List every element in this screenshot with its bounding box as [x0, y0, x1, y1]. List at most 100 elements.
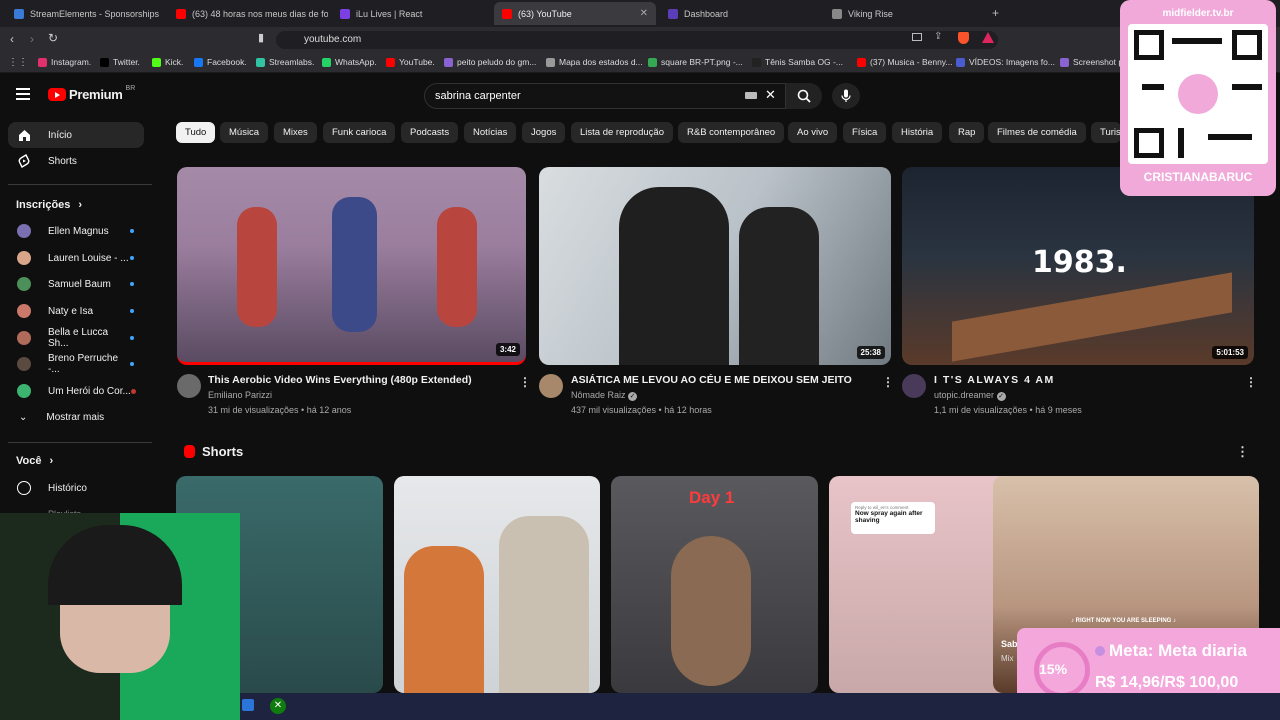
you-header[interactable]: Você › [16, 455, 53, 467]
video-title[interactable]: ASIÁTICA ME LEVOU AO CÉU E ME DEIXOU SEM… [571, 374, 852, 386]
voice-search-button[interactable] [832, 83, 860, 109]
video-thumbnail[interactable]: 1983. 5:01:53 [902, 167, 1254, 365]
video-channel[interactable]: Nômade Raiz ✓ [571, 390, 638, 401]
new-content-dot [130, 309, 134, 313]
chip-filter[interactable]: Filmes de comédia [988, 122, 1086, 143]
keyboard-icon[interactable] [745, 92, 757, 99]
bookmark-item[interactable]: Facebook. [194, 57, 247, 67]
sidebar-item-subscription[interactable]: Ellen Magnus [8, 218, 144, 244]
chip-filter[interactable]: R&B contemporâneo [678, 122, 785, 143]
search-input[interactable]: sabrina carpenter ✕ [424, 83, 786, 109]
sidebar-item-history[interactable]: Histórico [8, 475, 144, 501]
tab-label: (63) 48 horas nos meus dias de folga [192, 8, 328, 19]
channel-avatar[interactable] [177, 374, 201, 398]
bookmark-favicon-icon [1060, 57, 1069, 67]
video-thumbnail[interactable]: 3:42 [177, 167, 526, 365]
chip-filter[interactable]: Turis [1091, 122, 1121, 143]
sidebar-item-home[interactable]: Início [8, 122, 144, 148]
subscriptions-header[interactable]: Inscrições › [16, 199, 82, 211]
chip-filter[interactable]: Rap [949, 122, 985, 143]
show-more-button[interactable]: ⌄ Mostrar mais [8, 404, 144, 430]
back-icon[interactable]: ‹ [10, 32, 14, 46]
chip-filter[interactable]: Jogos [522, 122, 566, 143]
region-code: BR [125, 85, 136, 92]
goal-value: R$ 14,96/R$ 100,00 [1095, 674, 1239, 691]
more-options-icon[interactable]: ⋮ [882, 375, 894, 389]
more-options-icon[interactable]: ⋮ [519, 375, 531, 389]
short-thumbnail[interactable] [394, 476, 600, 693]
tab-label: StreamElements - Sponsorships [30, 8, 160, 19]
person-figure [499, 516, 589, 693]
chevron-right-icon: › [78, 199, 83, 211]
chip-filter[interactable]: Física [843, 122, 887, 143]
bookmark-item[interactable]: VÍDEOS: Imagens fo... [956, 57, 1055, 67]
video-channel[interactable]: utopic.dreamer ✓ [934, 390, 1006, 401]
channel-avatar[interactable] [902, 374, 926, 398]
bookmark-item[interactable]: WhatsApp. [322, 57, 377, 67]
share-icon[interactable]: ⇪ [934, 31, 942, 42]
browser-tab[interactable]: Dashboard [660, 2, 820, 25]
forward-icon[interactable]: › [30, 32, 34, 46]
sidebar-item-shorts[interactable]: Shorts [8, 148, 144, 174]
bookmark-item[interactable]: Tênis Samba OG -... [752, 57, 843, 67]
bookmark-item[interactable]: Mapa dos estados d... [546, 57, 643, 67]
address-bar[interactable]: youtube.com [276, 31, 998, 49]
app-icon[interactable] [242, 699, 254, 711]
sidebar-item-subscription[interactable]: Breno Perruche -... [8, 351, 144, 377]
youtube-logo[interactable]: Premium BR [48, 85, 136, 102]
sidebar-item-subscription[interactable]: Um Herói do Cor... [8, 378, 144, 404]
sidebar-item-subscription[interactable]: Samuel Baum [8, 271, 144, 297]
video-title[interactable]: I T'S ALWAYS 4 AM [934, 374, 1055, 386]
more-options-icon[interactable]: ⋮ [1245, 375, 1257, 389]
video-thumbnail[interactable]: 25:38 [539, 167, 891, 365]
bookmark-item[interactable]: Twitter. [100, 57, 140, 67]
chip-filter[interactable]: Lista de reprodução [571, 122, 673, 143]
bookmark-item[interactable]: Kick. [152, 57, 183, 67]
chip-filter[interactable]: História [892, 122, 943, 143]
home-icon [17, 128, 31, 142]
chip-filter[interactable]: Tudo [176, 122, 216, 143]
bookmark-item[interactable]: YouTube. [386, 57, 435, 67]
brave-shield-icon[interactable] [958, 32, 969, 44]
browser-tab[interactable]: (63) 48 horas nos meus dias de folga [168, 2, 328, 25]
more-options-icon[interactable]: ⋮ [1236, 444, 1249, 460]
chip-filter[interactable]: Ao vivo [788, 122, 838, 143]
new-content-dot [130, 362, 134, 366]
browser-tab-active[interactable]: (63) YouTube ✕ [494, 2, 656, 25]
bookmark-label: (37) Musica - Benny... [870, 57, 953, 67]
browser-tab[interactable]: iLu Lives | React [332, 2, 492, 25]
reload-icon[interactable]: ↻ [48, 31, 58, 45]
chip-filter[interactable]: Mixes [274, 122, 317, 143]
sidebar-item-subscription[interactable]: Lauren Louise - ... [8, 245, 144, 271]
bookmark-item[interactable]: peito peludo do gm... [444, 57, 536, 67]
bookmark-item[interactable]: Screenshot p [1060, 57, 1120, 67]
video-channel[interactable]: Emiliano Parizzi [208, 390, 272, 400]
chip-filter[interactable]: Notícias [464, 122, 517, 143]
new-tab-icon[interactable]: + [992, 6, 999, 20]
chip-filter[interactable]: Podcasts [401, 122, 459, 143]
bookmark-item[interactable]: Streamlabs. [256, 57, 314, 67]
rewards-icon[interactable] [982, 32, 994, 43]
channel-avatar[interactable] [539, 374, 563, 398]
search-button[interactable] [786, 83, 822, 109]
bookmark-item[interactable]: square BR-PT.png -... [648, 57, 743, 67]
close-tab-icon[interactable]: ✕ [640, 8, 648, 19]
video-title[interactable]: This Aerobic Video Wins Everything (480p… [208, 374, 472, 386]
browser-tab[interactable]: Viking Rise [824, 2, 984, 25]
chip-filter[interactable]: Funk carioca [323, 122, 396, 143]
channel-name: Breno Perruche -... [48, 353, 119, 375]
menu-icon[interactable] [16, 88, 30, 100]
short-thumbnail[interactable]: Day 1 [611, 476, 818, 693]
browser-tab[interactable]: StreamElements - Sponsorships [6, 2, 166, 25]
bookmark-item[interactable]: (37) Musica - Benny... [857, 57, 953, 67]
xbox-icon[interactable]: ✕ [270, 698, 286, 714]
cast-icon[interactable] [912, 33, 922, 41]
taskbar: ✕ [240, 693, 1280, 720]
bookmark-icon[interactable]: ▮ [258, 31, 264, 44]
bookmark-item[interactable]: Instagram. [38, 57, 91, 67]
clear-search-icon[interactable]: ✕ [765, 87, 776, 103]
sidebar-item-subscription[interactable]: Naty e Isa [8, 298, 144, 324]
bookmark-list: Instagram. Twitter. Kick. Facebook. Streamla… [0, 53, 1120, 73]
chip-filter[interactable]: Música [220, 122, 269, 143]
sidebar-item-subscription[interactable]: Bella e Lucca Sh... [8, 325, 144, 351]
